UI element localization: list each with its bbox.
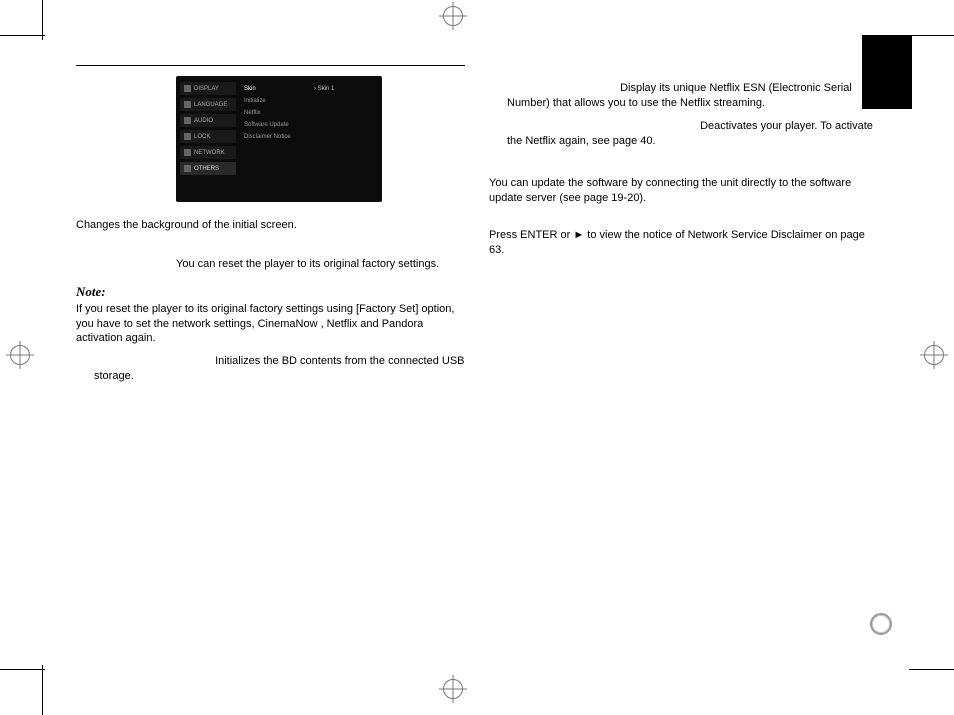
menu-item-others: OTHERS [180, 162, 236, 175]
submenu-item: Netflix [244, 110, 304, 116]
lock-icon [184, 133, 191, 140]
submenu-item: Initialize [244, 98, 304, 104]
esn-description: Display its unique Netflix ESN (Electron… [507, 82, 852, 109]
note-heading: Note: [76, 284, 465, 300]
disclaimer-description: Press ENTER or ► to view the notice of N… [489, 228, 878, 258]
crop-mark [0, 35, 45, 36]
display-icon [184, 85, 191, 92]
page-indicator-circle [870, 613, 892, 635]
factory-reset-description: You can reset the player to its original… [76, 257, 465, 272]
menu-label: AUDIO [194, 118, 213, 124]
crop-mark [42, 0, 43, 40]
submenu-item: Software Update [244, 122, 304, 128]
menu-label: LOCK [194, 134, 210, 140]
submenu-item: Disclaimer Notice [244, 134, 304, 140]
submenu-item: Skin [244, 86, 304, 92]
menu-item-language: LANGUAGE [180, 98, 236, 111]
screenshot-main-menu: DISPLAY LANGUAGE AUDIO LOCK NETWORK OTHE… [180, 80, 236, 198]
menu-item-lock: LOCK [180, 130, 236, 143]
crop-mark [909, 35, 954, 36]
crop-mark [909, 669, 954, 670]
audio-icon [184, 117, 191, 124]
registration-mark [924, 345, 944, 365]
registration-mark [10, 345, 30, 365]
screenshot-submenu: Skin Initialize Netflix Software Update … [242, 80, 306, 198]
deactivate-description: Deactivates your player. To activate the… [507, 120, 873, 147]
crop-mark [0, 669, 45, 670]
menu-label: DISPLAY [194, 86, 219, 92]
left-column: DISPLAY LANGUAGE AUDIO LOCK NETWORK OTHE… [76, 65, 465, 392]
selected-value: Skin 1 [314, 86, 376, 92]
bd-init-description: Initializes the BD contents from the con… [94, 355, 465, 382]
menu-item-display: DISPLAY [180, 82, 236, 95]
section-rule [76, 65, 465, 66]
right-column: Display its unique Netflix ESN (Electron… [489, 65, 878, 392]
others-icon [184, 165, 191, 172]
note-text: If you reset the player to its original … [76, 302, 465, 347]
menu-label: NETWORK [194, 150, 225, 156]
settings-screenshot: DISPLAY LANGUAGE AUDIO LOCK NETWORK OTHE… [176, 76, 382, 202]
registration-mark [443, 679, 463, 699]
page-content: DISPLAY LANGUAGE AUDIO LOCK NETWORK OTHE… [76, 65, 878, 392]
crop-mark [42, 665, 43, 715]
registration-mark [443, 6, 463, 26]
language-icon [184, 101, 191, 108]
software-update-description: You can update the software by connectin… [489, 176, 878, 206]
screenshot-value-pane: Skin 1 [312, 80, 378, 198]
menu-item-audio: AUDIO [180, 114, 236, 127]
menu-item-network: NETWORK [180, 146, 236, 159]
network-icon [184, 149, 191, 156]
skin-description: Changes the background of the initial sc… [76, 218, 465, 233]
menu-label: LANGUAGE [194, 102, 227, 108]
menu-label: OTHERS [194, 166, 219, 172]
